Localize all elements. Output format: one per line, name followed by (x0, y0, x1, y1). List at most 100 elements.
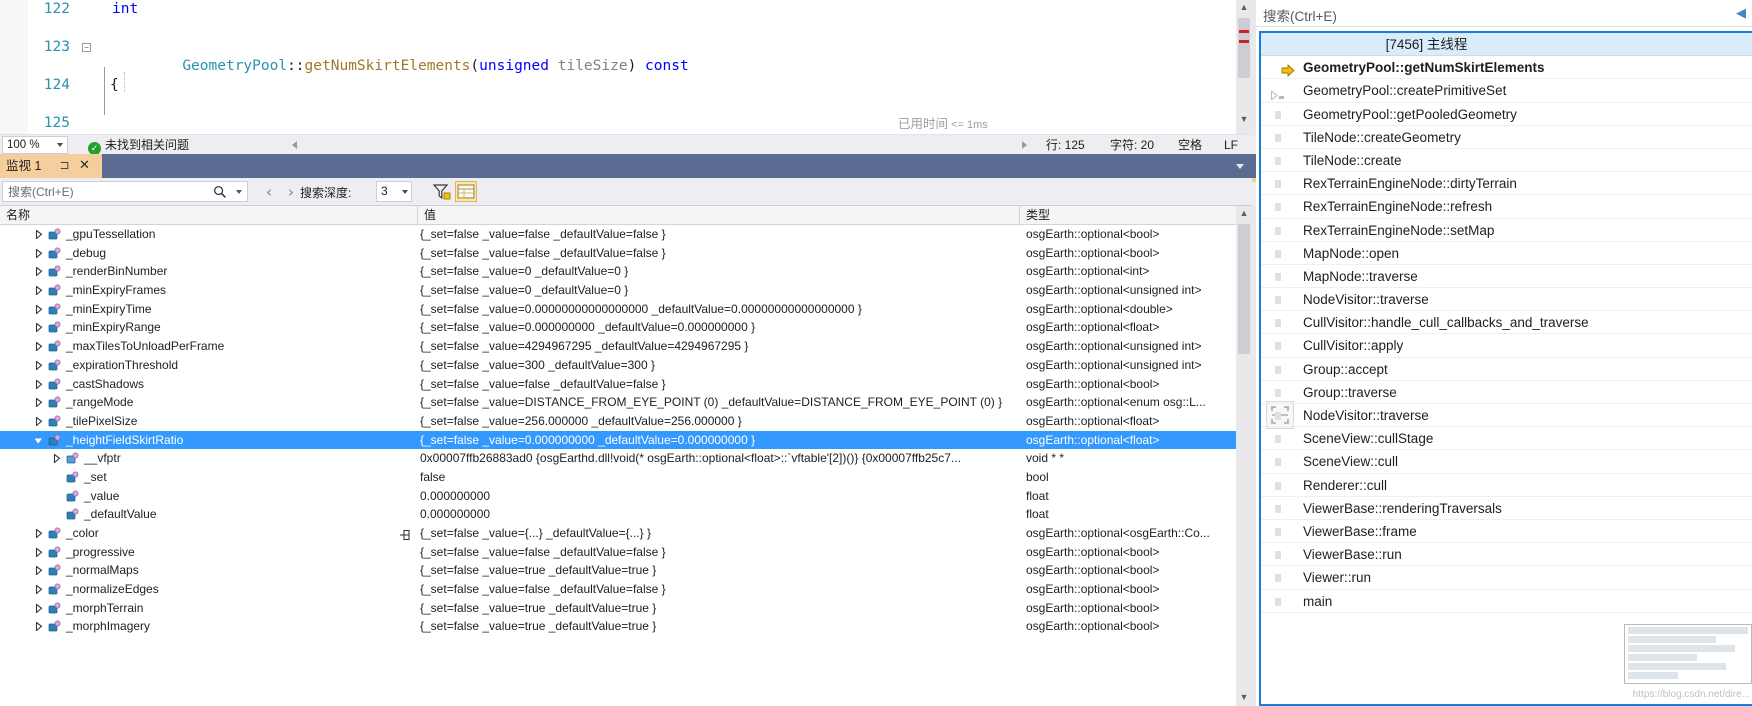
watch-grid-body[interactable]: _gpuTessellation {_set=false _value=false… (0, 225, 1236, 706)
expand-arrow-icon-collapsed[interactable] (34, 342, 43, 352)
watch-row-name-cell[interactable]: __vfptr (0, 449, 418, 468)
watch-row[interactable]: _set false bool (0, 468, 1236, 487)
search-depth-combobox[interactable]: 3 (376, 181, 412, 202)
watch-row[interactable]: _expirationThreshold {_set=false _value=3… (0, 356, 1236, 375)
call-stack-frame-row[interactable]: Renderer::cull (1261, 474, 1752, 497)
watch-row-value-cell[interactable]: {_set=false _value=false _defaultValue=f… (418, 244, 1020, 263)
expand-arrow-icon-collapsed[interactable] (34, 566, 43, 576)
hex-display-toggle-button[interactable] (455, 181, 477, 202)
watch-row-value-cell[interactable]: {_set=false _value=0 _defaultValue=0 } (418, 281, 1020, 300)
watch-variables-grid[interactable]: 名称 值 类型 _gpuTessellation {_set=false _val… (0, 206, 1252, 706)
expand-arrow-icon-collapsed[interactable] (34, 379, 43, 389)
watch-row[interactable]: _heightFieldSkirtRatio {_set=false _value… (0, 430, 1236, 450)
expand-arrow-icon-collapsed[interactable] (34, 398, 43, 408)
watch-row-name-cell[interactable]: _defaultValue (0, 505, 418, 524)
value-visualizer-icon[interactable] (400, 528, 413, 541)
scroll-down-arrow[interactable]: ▼ (1236, 690, 1252, 706)
call-stack-frame-row[interactable]: RexTerrainEngineNode::refresh (1261, 195, 1752, 219)
call-stack-frame-row[interactable]: Group::traverse (1261, 381, 1752, 404)
expand-arrow-icon-collapsed[interactable] (34, 360, 43, 370)
expand-arrow-icon-expanded[interactable] (34, 436, 43, 445)
watch-row[interactable]: _progressive {_set=false _value=false _de… (0, 543, 1236, 562)
watch-row-value-cell[interactable]: {_set=false _value=false _defaultValue=f… (418, 580, 1020, 599)
line-ending-indicator[interactable]: LF (1224, 137, 1238, 153)
watch-row-value-cell[interactable]: {_set=false _value=0.000000000 _defaultV… (418, 318, 1020, 337)
watch-row-name-cell[interactable]: _gpuTessellation (0, 225, 418, 244)
chevron-down-icon[interactable] (236, 190, 242, 194)
call-stack-frame-row[interactable]: SceneView::cullStage (1261, 427, 1752, 451)
watch-row[interactable]: _maxTilesToUnloadPerFrame {_set=false _va… (0, 337, 1236, 356)
code-line-122[interactable]: 122 int (0, 0, 1252, 19)
call-stack-frame-row[interactable]: GeometryPool::getNumSkirtElements (1261, 56, 1752, 80)
watch-row-value-cell[interactable]: 0x00007ffb26883ad0 {osgEarthd.dll!void(*… (418, 449, 1020, 468)
close-icon[interactable]: ✕ (78, 158, 91, 171)
chevron-down-icon[interactable] (1236, 164, 1244, 169)
issue-status-indicator[interactable]: ✓ 未找到相关问题 (88, 137, 189, 155)
watch-row-value-cell[interactable]: 0.000000000 (418, 505, 1020, 524)
call-stack-frame-row[interactable]: ViewerBase::frame (1261, 520, 1752, 544)
editor-vertical-scrollbar[interactable]: ▲ ▼ (1236, 0, 1252, 134)
call-stack-rows[interactable]: [7456] 主线程 GeometryPool::getNumSkirtEleme… (1261, 33, 1752, 613)
indentation-indicator[interactable]: 空格 (1178, 137, 1202, 153)
code-editor[interactable]: 122 int 123 − GeometryPool::getNumSkirtE… (0, 0, 1252, 134)
call-stack-frame-row[interactable]: ViewerBase::renderingTraversals (1261, 497, 1752, 520)
watch-row[interactable]: _debug {_set=false _value=false _defaultV… (0, 244, 1236, 263)
watch-grid-vertical-scrollbar[interactable]: ▲ ▼ (1236, 206, 1252, 706)
call-stack-frame-row[interactable]: ViewerBase::run (1261, 543, 1752, 567)
column-header-name[interactable]: 名称 (0, 206, 418, 224)
watch-row[interactable]: __vfptr 0x00007ffb26883ad0 {osgEarthd.dll… (0, 449, 1236, 468)
expand-arrow-icon-collapsed[interactable] (34, 416, 43, 426)
watch-row-name-cell[interactable]: _progressive (0, 543, 418, 562)
watch-row[interactable]: _castShadows {_set=false _value=false _de… (0, 375, 1236, 394)
scroll-up-arrow[interactable]: ▲ (1236, 206, 1252, 222)
call-stack-frame-row[interactable]: CullVisitor::apply (1261, 334, 1752, 358)
column-header-type[interactable]: 类型 (1020, 206, 1236, 224)
watch-row[interactable]: _minExpiryRange {_set=false _value=0.0000… (0, 318, 1236, 337)
watch-row-name-cell[interactable]: _rangeMode (0, 393, 418, 412)
call-stack-frame-row[interactable]: Viewer::run (1261, 566, 1752, 590)
call-stack-frame-row[interactable]: MapNode::traverse (1261, 265, 1752, 289)
watch-row-value-cell[interactable]: {_set=false _value=DISTANCE_FROM_EYE_POI… (418, 393, 1020, 412)
expand-arrow-icon-collapsed[interactable] (34, 286, 43, 296)
scroll-up-arrow[interactable]: ▲ (1236, 0, 1252, 16)
filter-toggle-button[interactable] (430, 181, 452, 202)
expand-arrow-icon-collapsed[interactable] (34, 529, 43, 538)
watch-row-name-cell[interactable]: _value (0, 487, 418, 506)
column-header-value[interactable]: 值 (418, 206, 1020, 224)
call-stack-frame-row[interactable]: main (1261, 590, 1752, 613)
watch-row[interactable]: _morphImagery {_set=false _value=true _de… (0, 617, 1236, 636)
watch-row-value-cell[interactable]: {_set=false _value=true _defaultValue=tr… (418, 599, 1020, 618)
code-line-123[interactable]: 123 − GeometryPool::getNumSkirtElements(… (0, 38, 1252, 74)
expand-arrow-icon-collapsed[interactable] (34, 267, 43, 277)
watch-row-name-cell[interactable]: _renderBinNumber (0, 262, 418, 281)
watch-row-name-cell[interactable]: _maxTilesToUnloadPerFrame (0, 337, 418, 356)
watch-search-box[interactable]: 搜索(Ctrl+E) (2, 181, 248, 202)
expand-arrow-icon-collapsed[interactable] (34, 622, 43, 632)
call-stack-frame-row[interactable]: GeometryPool::getPooledGeometry (1261, 103, 1752, 126)
watch-row[interactable]: _gpuTessellation {_set=false _value=false… (0, 225, 1236, 244)
watch-row[interactable]: _minExpiryTime {_set=false _value=0.00000… (0, 300, 1236, 319)
call-stack-frame-row[interactable]: NodeVisitor::traverse (1261, 404, 1752, 428)
watch-row-value-cell[interactable]: {_set=false _value={...} _defaultValue={… (418, 524, 1020, 543)
watch-row-value-cell[interactable]: 0.000000000 (418, 487, 1020, 506)
watch-row-name-cell[interactable]: _normalMaps (0, 561, 418, 580)
expand-arrow-icon-collapsed[interactable] (34, 585, 43, 595)
watch-row-value-cell[interactable]: {_set=false _value=false _defaultValue=f… (418, 225, 1020, 244)
call-stack-frame-row[interactable]: RexTerrainEngineNode::setMap (1261, 219, 1752, 242)
watch-row-name-cell[interactable]: _morphTerrain (0, 599, 418, 618)
call-stack-frame-row[interactable]: Group::accept (1261, 358, 1752, 381)
expand-arrow-icon-collapsed[interactable] (34, 603, 43, 613)
expand-arrow-icon-collapsed[interactable] (34, 304, 43, 314)
watch-row-name-cell[interactable]: _minExpiryRange (0, 318, 418, 337)
watch-row-value-cell[interactable]: {_set=false _value=0.00000000000000000 _… (418, 300, 1020, 319)
watch-row-value-cell[interactable]: false (418, 468, 1020, 487)
watch-row-value-cell[interactable]: {_set=false _value=300 _defaultValue=300… (418, 356, 1020, 375)
current-statement-breakpoint-icon[interactable] (4, 117, 19, 132)
call-stack-frame-row[interactable]: TileNode::create (1261, 149, 1752, 173)
watch-grid-scroll-thumb[interactable] (1238, 224, 1250, 354)
expand-search-options-icon[interactable]: ◀ (1736, 6, 1748, 19)
expand-arrow-icon-collapsed[interactable] (52, 454, 61, 464)
watch-row-name-cell[interactable]: _debug (0, 244, 418, 263)
call-stack-search-box[interactable]: 搜索(Ctrl+E) ◀ (1256, 0, 1752, 27)
watch-row-name-cell[interactable]: _minExpiryFrames (0, 281, 418, 300)
